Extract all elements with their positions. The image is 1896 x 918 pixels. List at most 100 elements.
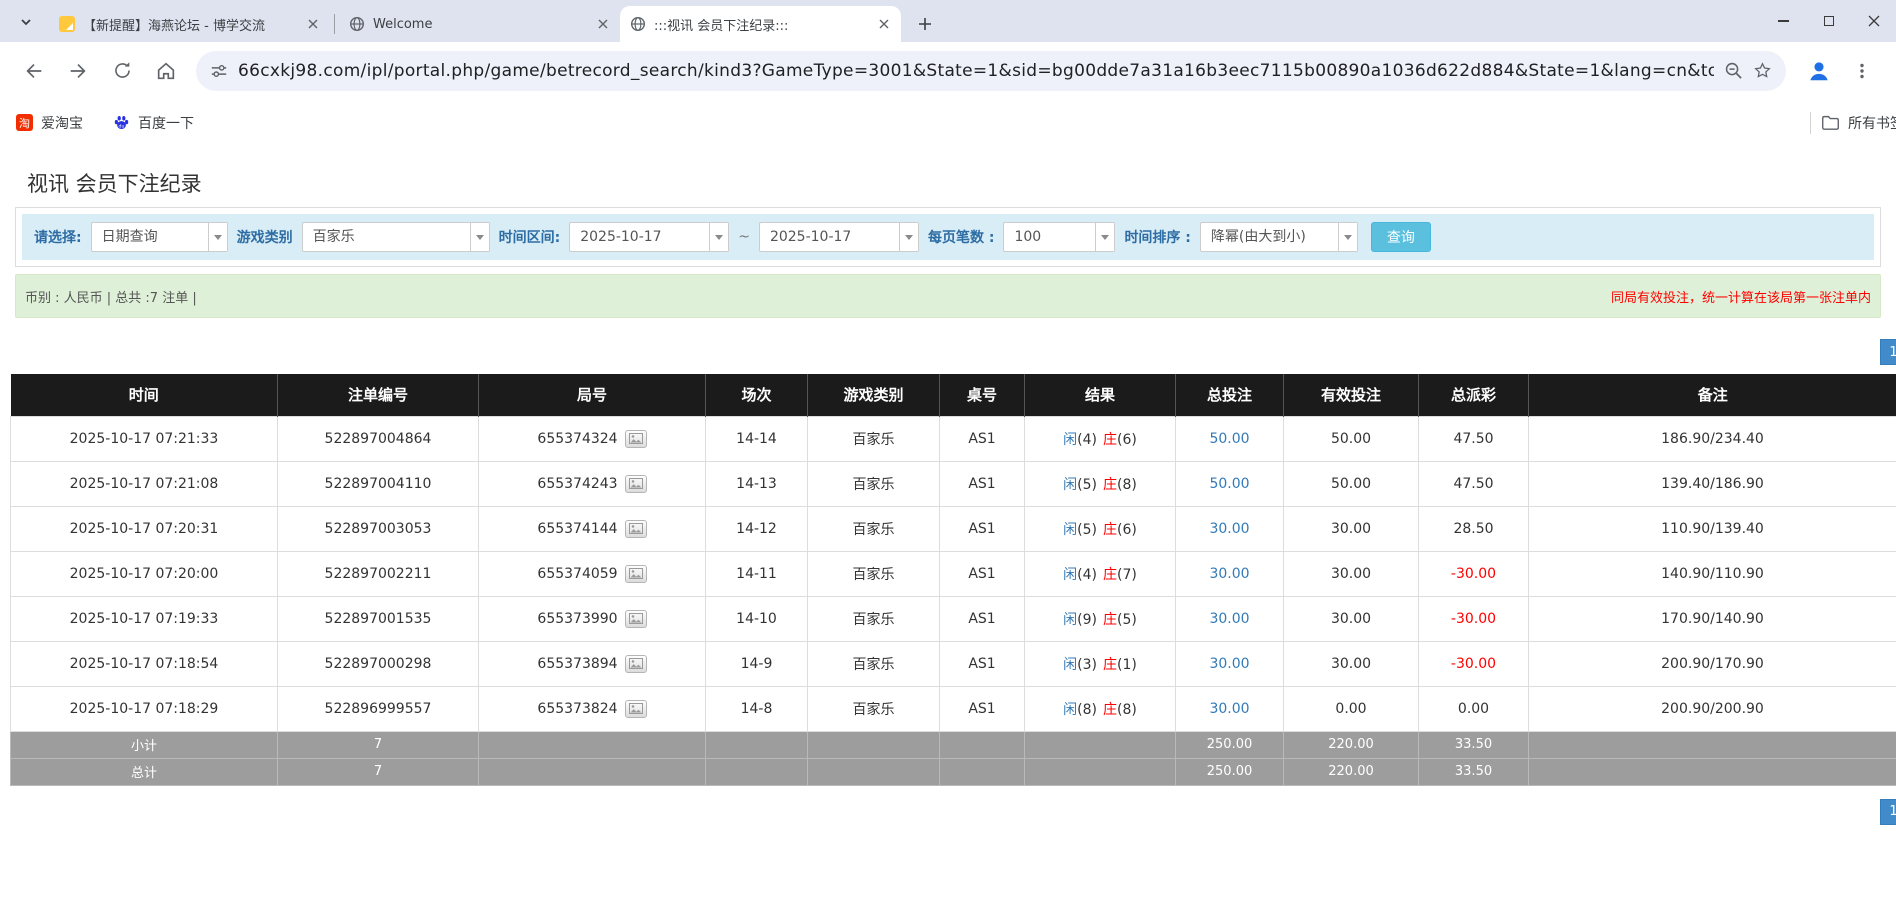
time-sort-select[interactable]: 降幂(由大到小)	[1200, 222, 1358, 252]
bookmark-taobao[interactable]: 淘 爱淘宝	[16, 113, 83, 133]
page-1-button[interactable]: 1	[1880, 339, 1896, 365]
cell-session: 14-12	[706, 506, 808, 551]
cell-total-bet-link[interactable]: 50.00	[1176, 461, 1284, 506]
total-row: 总计 7 250.00 220.00 33.50	[11, 758, 1896, 785]
forward-button[interactable]	[60, 53, 96, 89]
tab-close-icon[interactable]	[594, 15, 612, 33]
video-preview-icon[interactable]	[625, 565, 647, 583]
cell-payout: 47.50	[1419, 416, 1529, 461]
cell-total-bet-link[interactable]: 30.00	[1176, 596, 1284, 641]
cell-round-no: 655374144	[479, 506, 706, 551]
col-game-type: 游戏类别	[808, 374, 940, 416]
bookmark-star-icon[interactable]	[1753, 61, 1772, 80]
query-type-select[interactable]: 日期查询	[91, 222, 228, 252]
cell-empty	[940, 758, 1025, 785]
tab-close-icon[interactable]	[875, 15, 893, 33]
cell-note: 200.90/200.90	[1529, 686, 1896, 731]
maximize-icon	[1824, 16, 1834, 26]
table-row: 2025-10-17 07:20:00 522897002211 6553740…	[11, 551, 1896, 596]
cell-table-no: AS1	[940, 506, 1025, 551]
cell-bet-no: 522897001535	[278, 596, 479, 641]
home-button[interactable]	[148, 53, 184, 89]
bookmarks-right-group: 所有书签	[1810, 112, 1896, 134]
bookmark-label: 百度一下	[138, 113, 194, 133]
new-tab-button[interactable]	[911, 10, 939, 38]
zoom-indicator-icon[interactable]	[1724, 61, 1743, 80]
page-title: 视讯 会员下注纪录	[27, 168, 1896, 198]
cell-total-valid-bet: 220.00	[1284, 758, 1419, 785]
tab-strip: 【新提醒】海燕论坛 - 博学交流 Welcome :::视讯 会员下注纪录:::	[0, 0, 1896, 42]
cell-time: 2025-10-17 07:20:00	[11, 551, 278, 596]
table-header-row: 时间 注单编号 局号 场次 游戏类别 桌号 结果 总投注 有效投注 总派彩 备注	[11, 374, 1896, 416]
minimize-button[interactable]	[1761, 0, 1806, 42]
video-preview-icon[interactable]	[625, 475, 647, 493]
tab-close-icon[interactable]	[304, 15, 322, 33]
cell-total-bet-link[interactable]: 50.00	[1176, 416, 1284, 461]
cell-total-label: 小计	[11, 731, 278, 758]
tab-search-button[interactable]	[12, 8, 40, 36]
select-arrow-icon	[208, 223, 227, 251]
cell-payout: 28.50	[1419, 506, 1529, 551]
page-1-button[interactable]: 1	[1880, 799, 1896, 825]
cell-bet-no: 522897000298	[278, 641, 479, 686]
browser-menu-button[interactable]	[1844, 53, 1880, 89]
select-arrow-icon	[1338, 223, 1357, 251]
date-to-input[interactable]: 2025-10-17	[759, 222, 919, 252]
bookmarks-bar: 淘 爱淘宝 du 百度一下 所有书签	[0, 99, 1896, 146]
cell-total-payout: 33.50	[1419, 758, 1529, 785]
cell-total-bet-link[interactable]: 30.00	[1176, 686, 1284, 731]
video-preview-icon[interactable]	[625, 520, 647, 538]
cell-table-no: AS1	[940, 551, 1025, 596]
address-bar[interactable]: 66cxkj98.com/ipl/portal.php/game/betreco…	[196, 51, 1786, 91]
cell-time: 2025-10-17 07:18:29	[11, 686, 278, 731]
col-result: 结果	[1025, 374, 1176, 416]
cell-total-bet-link[interactable]: 30.00	[1176, 551, 1284, 596]
forum-favicon-icon	[59, 16, 75, 32]
cell-result: 闲(5)庄(8)	[1025, 461, 1176, 506]
col-time: 时间	[11, 374, 278, 416]
video-preview-icon[interactable]	[625, 430, 647, 448]
cell-bet-no: 522896999557	[278, 686, 479, 731]
all-bookmarks-button[interactable]: 所有书签	[1821, 113, 1896, 133]
cell-note: 186.90/234.40	[1529, 416, 1896, 461]
video-preview-icon[interactable]	[625, 655, 647, 673]
table-row: 2025-10-17 07:21:08 522897004110 6553742…	[11, 461, 1896, 506]
cell-empty	[940, 731, 1025, 758]
home-icon	[155, 60, 177, 82]
back-button[interactable]	[16, 53, 52, 89]
date-from-input[interactable]: 2025-10-17	[569, 222, 729, 252]
cell-total-bet: 250.00	[1176, 758, 1284, 785]
all-bookmarks-label: 所有书签	[1848, 113, 1896, 133]
table-row: 2025-10-17 07:18:54 522897000298 6553738…	[11, 641, 1896, 686]
cell-round-no: 655374243	[479, 461, 706, 506]
reload-button[interactable]	[104, 53, 140, 89]
profile-avatar[interactable]	[1804, 56, 1834, 86]
cell-session: 14-14	[706, 416, 808, 461]
forward-icon	[67, 60, 89, 82]
cell-total-bet-link[interactable]: 30.00	[1176, 506, 1284, 551]
bookmark-baidu[interactable]: du 百度一下	[113, 113, 194, 133]
cell-time: 2025-10-17 07:20:31	[11, 506, 278, 551]
maximize-button[interactable]	[1806, 0, 1851, 42]
currency-total-text: 币别 : 人民币 | 总共 :7 注单 |	[25, 287, 197, 306]
site-settings-icon[interactable]	[210, 62, 228, 80]
tab-welcome[interactable]: Welcome	[339, 6, 620, 42]
url-text[interactable]: 66cxkj98.com/ipl/portal.php/game/betreco…	[238, 61, 1714, 81]
cell-valid-bet: 30.00	[1284, 551, 1419, 596]
close-window-button[interactable]	[1851, 0, 1896, 42]
cell-total-bet-link[interactable]: 30.00	[1176, 641, 1284, 686]
game-type-select[interactable]: 百家乐	[302, 222, 490, 252]
cell-round-no: 655373824	[479, 686, 706, 731]
cell-time: 2025-10-17 07:21:33	[11, 416, 278, 461]
tab-bet-record-active[interactable]: :::视讯 会员下注纪录:::	[620, 6, 901, 42]
video-preview-icon[interactable]	[625, 700, 647, 718]
page-size-value: 100	[1004, 223, 1095, 251]
three-dots-icon	[1853, 62, 1871, 80]
search-button[interactable]: 查询	[1371, 222, 1431, 252]
tab-forum[interactable]: 【新提醒】海燕论坛 - 博学交流	[49, 6, 330, 42]
date-range-tilde: ~	[738, 229, 750, 245]
page-size-select[interactable]: 100	[1003, 222, 1115, 252]
cell-session: 14-11	[706, 551, 808, 596]
video-preview-icon[interactable]	[625, 610, 647, 628]
filter-bar: 请选择: 日期查询 游戏类别 百家乐 时间区间: 2025-10-17 ~ 20…	[22, 214, 1874, 260]
